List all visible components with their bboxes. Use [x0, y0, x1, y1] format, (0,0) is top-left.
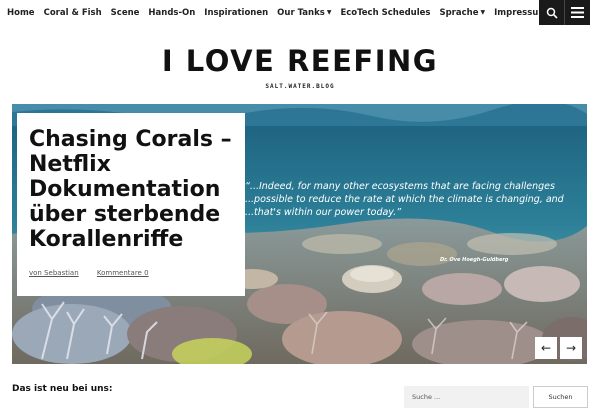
- post-meta: von Sebastian Kommentare 0: [29, 269, 165, 277]
- slider-quote: “...Indeed, for many other ecosystems th…: [245, 181, 564, 218]
- sidebar-search-input[interactable]: [404, 386, 529, 408]
- search-icon: [546, 7, 558, 19]
- nav-item-our-tanks-label: Our Tanks: [277, 7, 325, 18]
- top-navigation: Home Coral & Fish Scene Hands-On Inspira…: [0, 0, 600, 25]
- nav-item-ecotech-schedules[interactable]: EcoTech Schedules: [340, 8, 430, 18]
- nav-item-our-tanks[interactable]: Our Tanks ▼: [277, 8, 331, 18]
- arrow-left-icon: ←: [540, 341, 552, 355]
- nav-item-hands-on[interactable]: Hands-On: [148, 8, 195, 18]
- slider-next-button[interactable]: →: [560, 337, 582, 359]
- post-comments-link[interactable]: Kommentare 0: [97, 269, 149, 277]
- caret-down-icon: ▼: [326, 9, 332, 16]
- nav-item-inspirationen[interactable]: Inspirationen: [204, 8, 268, 18]
- nav-item-home[interactable]: Home: [7, 8, 35, 18]
- nav-item-sprache-label: Sprache: [439, 7, 479, 18]
- site-title[interactable]: I LOVE REEFING: [0, 44, 600, 78]
- featured-post-card: Chasing Corals – Netflix Dokumentation ü…: [17, 113, 245, 296]
- site-tagline: SALT.WATER.BLOG: [265, 83, 335, 90]
- hamburger-menu-icon: [571, 7, 584, 18]
- menu-toggle-button[interactable]: [564, 0, 590, 25]
- nav-item-coral-fish[interactable]: Coral & Fish: [44, 8, 102, 18]
- sidebar-search-button[interactable]: Suchen: [533, 386, 588, 408]
- slider-quote-author: Dr. Ove Hoegh-Guldberg: [440, 257, 509, 263]
- slider-prev-button[interactable]: ←: [535, 337, 557, 359]
- nav-item-scene[interactable]: Scene: [111, 8, 140, 18]
- news-heading: Das ist neu bei uns:: [12, 384, 113, 394]
- post-title[interactable]: Chasing Corals – Netflix Dokumentation ü…: [29, 127, 241, 252]
- arrow-right-icon: →: [565, 341, 577, 355]
- search-toggle-button[interactable]: [539, 0, 564, 25]
- nav-menu: Home Coral & Fish Scene Hands-On Inspira…: [7, 0, 556, 25]
- nav-item-sprache[interactable]: Sprache ▼: [439, 8, 485, 18]
- caret-down-icon: ▼: [480, 9, 486, 16]
- post-author-link[interactable]: von Sebastian: [29, 269, 79, 277]
